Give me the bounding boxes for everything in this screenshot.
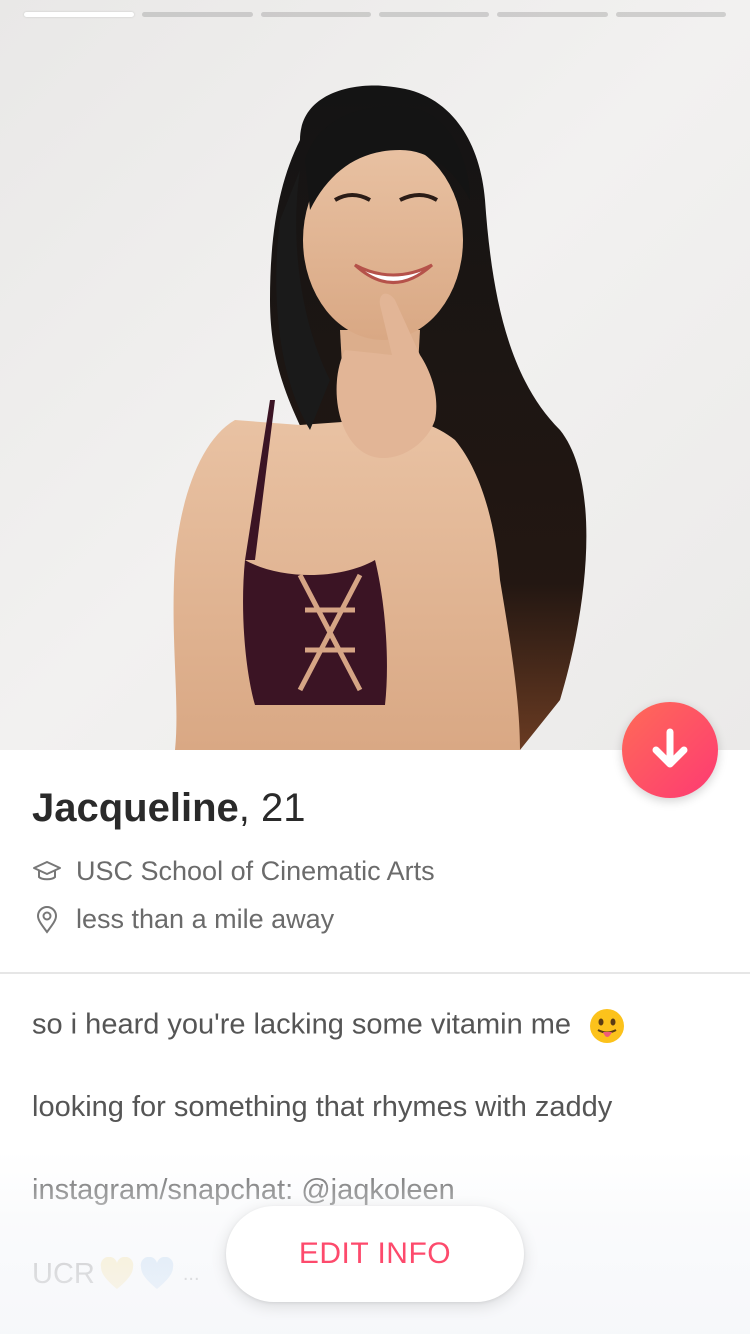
profile-screen: Jacqueline, 21 USC School of Cinematic A… [0,0,750,1334]
edit-info-button[interactable]: EDIT INFO [226,1206,524,1302]
progress-segment [615,12,726,17]
arrow-down-icon [652,728,688,768]
school-text: USC School of Cinematic Arts [76,856,435,886]
bio-line-text: UCR [32,1257,95,1290]
progress-segment [260,12,371,17]
graduation-cap-icon [32,857,62,887]
bio-line: looking for something that rhymes with z… [32,1091,613,1123]
photo-progress-bar [24,12,726,18]
bio-line: instagram/snapchat: @jaqkoleen [32,1174,455,1206]
distance-text: less than a mile away [76,904,335,934]
profile-name-age: Jacqueline, 21 [32,786,305,831]
profile-photo[interactable] [0,0,750,750]
ellipsis-text: ... [182,1262,200,1285]
progress-segment [142,12,253,17]
profile-name: Jacqueline [32,786,239,830]
bio-line: UCR ... [32,1257,200,1291]
bio-line-text: so i heard you're lacking some vitamin m… [32,1008,572,1041]
yellow-heart-icon [100,1257,134,1289]
tongue-emoji-icon [590,1009,625,1043]
progress-segment [378,12,490,17]
section-divider [0,972,750,974]
profile-photo-image [0,0,750,750]
distance-row: less than a mile away [32,904,334,935]
progress-segment-active [24,12,135,17]
blue-heart-icon [140,1257,174,1289]
school-row: USC School of Cinematic Arts [32,856,435,887]
location-pin-icon [32,905,62,935]
progress-segment [497,12,608,17]
collapse-profile-button[interactable] [622,702,718,798]
profile-age: , 21 [238,786,306,830]
bio-line: so i heard you're lacking some vitamin m… [32,1008,625,1044]
